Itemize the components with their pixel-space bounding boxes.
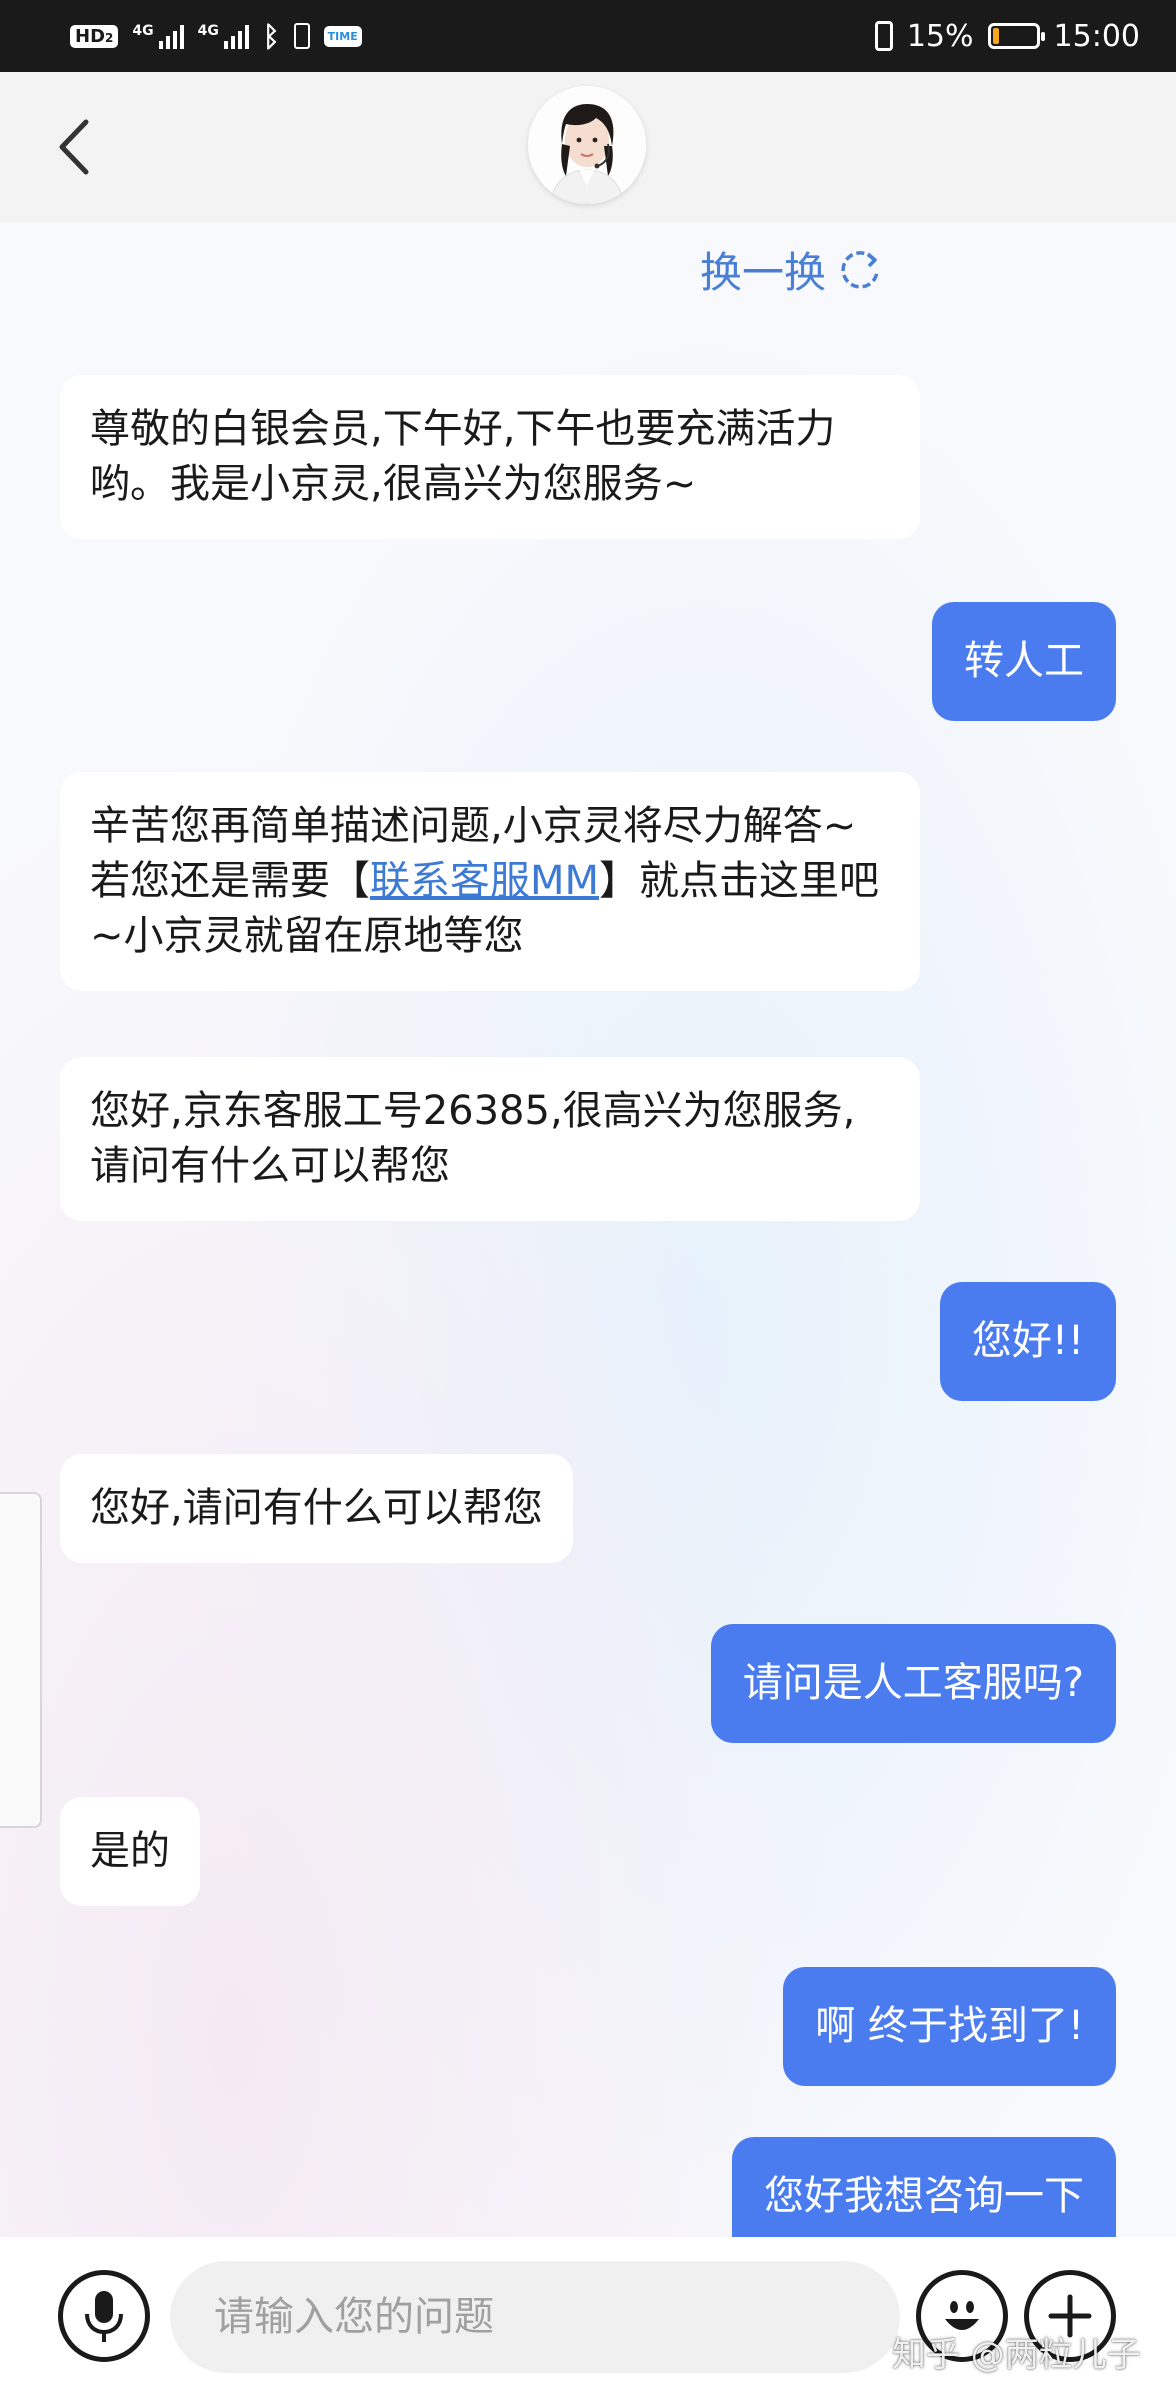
battery-percent: 15% <box>906 18 974 54</box>
message-text: 是的 <box>90 1828 170 1874</box>
bot-message: 是的 <box>60 1797 200 1906</box>
message-text: 您好我想咨询一下 <box>764 2173 1084 2219</box>
contact-agent-link[interactable]: 联系客服MM <box>370 858 599 904</box>
signal-icon: 4G <box>198 23 249 49</box>
message-text: 您好!! <box>971 1318 1084 1364</box>
message-text: 转人工 <box>964 638 1084 684</box>
refresh-icon <box>841 251 879 289</box>
agent-avatar[interactable] <box>528 86 646 204</box>
app-notification-icon: TIME <box>323 25 362 47</box>
message-text: 您好,京东客服工号26385,很高兴为您服务,请问有什么可以帮您 <box>90 1088 856 1189</box>
clock: 15:00 <box>1053 18 1140 54</box>
signal-icon: 4G <box>132 23 184 49</box>
back-button[interactable] <box>52 114 98 180</box>
side-drawer-handle[interactable] <box>0 1492 42 1828</box>
voice-button[interactable] <box>58 2270 150 2362</box>
message-text: 尊敬的白银会员,下午好,下午也要充满活力哟。我是小京灵,很高兴为您服务~ <box>90 406 836 507</box>
bluetooth-icon: ᛒ <box>262 19 280 53</box>
user-message: 啊 终于找到了! <box>783 1967 1116 2086</box>
user-message: 您好我想咨询一下 <box>732 2137 1116 2237</box>
watermark: 知乎 @两粒儿子 <box>892 2335 1141 2375</box>
user-message: 转人工 <box>932 602 1116 721</box>
switch-button[interactable]: 换一换 <box>700 234 884 304</box>
battery-small-icon <box>293 23 310 49</box>
chat-screen: HD2 4G 4G ᛒ TIME 15% 15:00 换一换 尊敬的白银会员,下… <box>0 0 1176 2400</box>
user-message: 请问是人工客服吗? <box>710 1624 1116 1743</box>
bot-message: 您好,请问有什么可以帮您 <box>60 1454 573 1563</box>
message-text: 您好,请问有什么可以帮您 <box>90 1485 543 1531</box>
switch-label: 换一换 <box>700 247 827 297</box>
network-label: 4G <box>132 23 154 39</box>
battery-icon <box>987 23 1045 49</box>
chat-header <box>0 72 1176 222</box>
chevron-left-icon <box>59 119 89 175</box>
hd-sub-label: 2 <box>105 30 114 45</box>
status-right: 15% 15:00 <box>874 18 1140 54</box>
network-label: 4G <box>197 23 219 39</box>
status-left: HD2 4G 4G ᛒ TIME <box>70 20 362 53</box>
user-message: 您好!! <box>939 1282 1116 1401</box>
message-input[interactable] <box>170 2261 900 2373</box>
message-text: 啊 终于找到了! <box>815 2003 1084 2049</box>
agent-avatar-icon <box>528 86 646 204</box>
vibrate-icon <box>874 21 893 51</box>
hd-label: HD <box>75 25 106 47</box>
bot-message: 辛苦您再简单描述问题,小京灵将尽力解答~若您还是需要【联系客服MM】就点击这里吧… <box>60 772 920 991</box>
battery-level <box>992 28 1000 44</box>
bot-message: 尊敬的白银会员,下午好,下午也要充满活力哟。我是小京灵,很高兴为您服务~ <box>60 375 920 539</box>
microphone-icon <box>85 2291 123 2342</box>
message-text: 请问是人工客服吗? <box>742 1660 1084 1706</box>
chat-area[interactable]: 换一换 尊敬的白银会员,下午好,下午也要充满活力哟。我是小京灵,很高兴为您服务~… <box>0 222 1176 2237</box>
status-bar: HD2 4G 4G ᛒ TIME 15% 15:00 <box>0 0 1176 72</box>
hd-icon: HD2 <box>70 24 119 48</box>
bot-message: 您好,京东客服工号26385,很高兴为您服务,请问有什么可以帮您 <box>60 1057 920 1221</box>
